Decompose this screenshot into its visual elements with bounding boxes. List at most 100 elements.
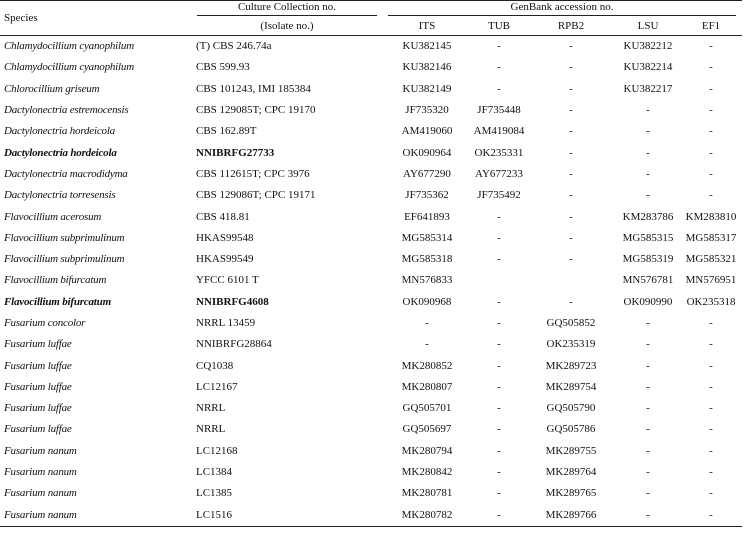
tub-cell: AM419084: [473, 125, 525, 138]
species-cell: Fusarium luffae: [4, 402, 72, 415]
species-cell: Dactylonectria hordeicola: [4, 146, 117, 159]
ef1-cell: -: [709, 338, 713, 351]
lsu-cell: -: [646, 167, 650, 180]
species-cell: Flavocillium bifurcatum: [4, 274, 107, 287]
rpb2-cell: GQ505852: [546, 317, 596, 329]
ef1-cell: MG585317: [685, 231, 737, 244]
ef1-cell: -: [680, 504, 743, 527]
table-row: Fusarium luffae LC12167 MK280807 - MK289754 -…: [0, 377, 742, 398]
culture-collection-cell: (T) CBS 246.74a: [196, 40, 272, 53]
tub-cell: -: [497, 423, 501, 436]
culture-collection-cell: CBS 129086T; CPC 19171: [196, 189, 316, 202]
species-cell: Fusarium nanum: [4, 444, 77, 457]
table-row: Fusarium nanum LC1384 MK280842 - MK289764 - -: [0, 462, 742, 483]
lsu-cell: KM283786: [622, 210, 674, 223]
lsu-cell: MG585315: [622, 231, 674, 244]
its-cell: -: [425, 317, 429, 329]
table-row: Fusarium luffae NRRL GQ505701 - GQ505790 - -: [0, 398, 742, 419]
rpb2-cell: -: [569, 231, 573, 244]
lsu-header: LSU: [616, 17, 680, 36]
lsu-cell: -: [646, 146, 650, 159]
rpb2-cell: MK289765: [545, 487, 597, 500]
culture-collection-header-label: Culture Collection no.: [197, 2, 377, 16]
ef1-cell: OK235318: [686, 295, 736, 308]
tub-cell: OK235331: [474, 146, 524, 159]
culture-collection-header: Culture Collection no.: [192, 1, 382, 18]
species-cell: Dactylonectria torresensis: [4, 189, 116, 202]
culture-collection-cell: LC1516: [192, 504, 382, 527]
culture-collection-cell: CQ1038: [196, 359, 234, 372]
culture-collection-cell: NRRL: [196, 423, 226, 436]
table-row: Flavocillium bifurcatum YFCC 6101 T MN5768…: [0, 270, 742, 291]
table-row: Fusarium luffae NRRL GQ505697 - GQ505786 - -: [0, 419, 742, 440]
table-row: Flavocillium subprimulinum HKAS99548 MG585…: [0, 228, 742, 249]
lsu-cell: -: [646, 125, 650, 138]
ef1-cell: -: [709, 402, 713, 415]
tub-cell: [472, 270, 526, 291]
table-row: Chlorocillium griseum CBS 101243, IMI 185…: [0, 79, 742, 100]
tub-cell: -: [497, 82, 501, 95]
species-cell: Chlamydocillium cyanophilum: [4, 40, 134, 53]
tub-cell: -: [497, 253, 501, 266]
rpb2-cell: MK289764: [545, 466, 597, 479]
rpb2-cell: -: [569, 167, 573, 180]
table-row: Flavocillium bifurcatum NNIBRFG4608 OK0909…: [0, 292, 742, 313]
its-cell: MG585314: [401, 231, 453, 244]
culture-collection-cell: LC12167: [196, 380, 238, 393]
culture-collection-cell: NRRL: [196, 402, 226, 415]
lsu-cell: MN576781: [622, 274, 674, 287]
rpb2-cell: -: [569, 125, 573, 138]
tub-cell: -: [472, 504, 526, 527]
tub-cell: -: [497, 338, 501, 351]
its-cell: GQ505701: [402, 402, 452, 415]
table-row: Fusarium concolor NRRL 13459 - - GQ505852 - -: [0, 313, 742, 334]
its-cell: MK280794: [401, 444, 453, 457]
page: Species Culture Collection no. GenBank a…: [0, 0, 744, 535]
its-cell: OK090968: [402, 295, 452, 308]
rpb2-header: RPB2: [526, 17, 616, 36]
culture-collection-cell: CBS 129085T; CPC 19170: [196, 104, 316, 117]
its-cell: KU382149: [402, 82, 452, 95]
tub-cell: JF735492: [477, 189, 521, 202]
species-cell: Flavocillium subprimulinum: [4, 231, 125, 244]
table-row: Chlamydocillium cyanophilum CBS 599.93 KU3…: [0, 57, 742, 78]
rpb2-cell: MK289755: [545, 444, 597, 457]
ef1-cell: -: [709, 104, 713, 117]
table-row: Dactylonectria hordeicola NNIBRFG27733 OK0…: [0, 142, 742, 163]
its-cell: GQ505697: [402, 423, 452, 436]
species-cell: Dactylonectria macrodidyma: [4, 167, 128, 180]
lsu-cell: -: [646, 189, 650, 202]
its-cell: JF735362: [405, 189, 449, 202]
its-cell: MG585318: [401, 253, 453, 266]
lsu-cell: -: [646, 423, 650, 436]
table-row: Dactylonectria macrodidyma CBS 112615T; C…: [0, 164, 742, 185]
culture-collection-cell: HKAS99549: [196, 253, 254, 266]
table-row: Fusarium luffae CQ1038 MK280852 - MK289723 - -: [0, 355, 742, 376]
tub-cell: -: [497, 359, 501, 372]
lsu-cell: OK090990: [623, 295, 673, 308]
species-cell: Flavocillium subprimulinum: [4, 253, 125, 266]
rpb2-cell: MK289723: [545, 359, 597, 372]
its-cell: MK280807: [401, 380, 453, 393]
tub-cell: -: [497, 295, 501, 308]
culture-collection-cell: CBS 418.81: [196, 210, 250, 223]
genbank-header-label: GenBank accession no.: [388, 2, 737, 16]
tub-cell: -: [497, 317, 501, 329]
table-row: Chlamydocillium cyanophilum (T) CBS 246.7…: [0, 36, 742, 58]
rpb2-cell: MK289754: [545, 380, 597, 393]
its-cell: MN576833: [401, 274, 453, 287]
lsu-cell: -: [616, 504, 680, 527]
culture-collection-cell: NRRL 13459: [196, 317, 256, 329]
table-row: Dactylonectria estremocensis CBS 129085T;…: [0, 100, 742, 121]
culture-collection-cell: NNIBRFG4608: [196, 295, 269, 308]
species-cell: Flavocillium bifurcatum: [4, 295, 111, 308]
table-row: Fusarium nanum LC1516 MK280782- MK289766- -: [0, 504, 743, 527]
rpb2-cell: -: [569, 253, 573, 266]
tub-cell: -: [497, 40, 501, 53]
its-cell: AY677290: [403, 167, 451, 180]
tub-cell: -: [497, 402, 501, 415]
tub-cell: AY677233: [475, 167, 523, 180]
species-cell: Fusarium luffae: [4, 423, 72, 436]
lsu-cell: -: [646, 444, 650, 457]
ef1-cell: -: [709, 317, 713, 329]
